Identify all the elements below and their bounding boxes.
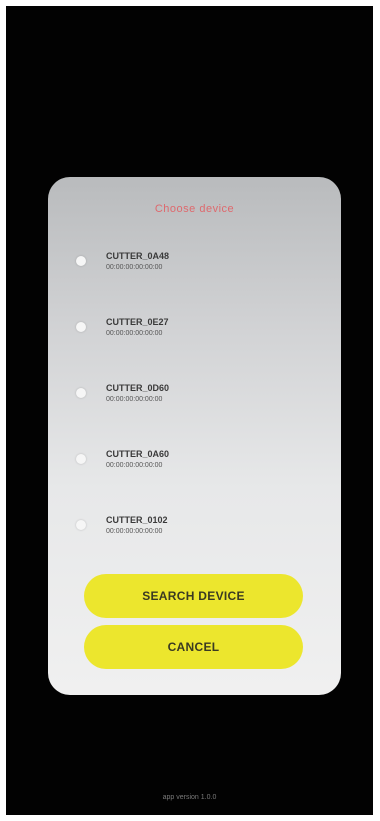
dialog-title: Choose device (154, 203, 235, 215)
device-name: CUTTER_0102 (106, 515, 168, 525)
search-device-button[interactable]: SEARCH DEVICE (84, 574, 303, 618)
radio-button[interactable] (76, 454, 86, 464)
device-item[interactable]: CUTTER_0102 00:00:00:00:00:00 (68, 511, 318, 545)
device-address: 00:00:00:00:00:00 (106, 462, 163, 469)
device-item[interactable]: CUTTER_0A60 00:00:00:00:00:00 (68, 445, 318, 479)
radio-button[interactable] (76, 322, 86, 332)
device-name: CUTTER_0E27 (106, 317, 169, 327)
app-screen: Choose device CUTTER_0A48 00:00:00:00:00… (6, 6, 373, 815)
device-address: 00:00:00:00:00:00 (106, 528, 163, 535)
device-item[interactable]: CUTTER_0E27 00:00:00:00:00:00 (68, 313, 318, 347)
device-item[interactable]: CUTTER_0D60 00:00:00:00:00:00 (68, 379, 318, 413)
device-name: CUTTER_0A48 (106, 251, 170, 261)
device-picker-dialog: Choose device CUTTER_0A48 00:00:00:00:00… (48, 177, 341, 695)
device-address: 00:00:00:00:00:00 (106, 330, 163, 337)
radio-button[interactable] (76, 256, 86, 266)
radio-button[interactable] (76, 388, 86, 398)
device-name: CUTTER_0A60 (106, 449, 170, 459)
device-address: 00:00:00:00:00:00 (106, 396, 163, 403)
device-item[interactable]: CUTTER_0A48 00:00:00:00:00:00 (68, 247, 318, 281)
device-name: CUTTER_0D60 (106, 383, 170, 393)
cancel-button[interactable]: CANCEL (84, 625, 303, 669)
footer-text: app version 1.0.0 (162, 794, 217, 801)
device-address: 00:00:00:00:00:00 (106, 264, 163, 271)
radio-button[interactable] (76, 520, 86, 530)
